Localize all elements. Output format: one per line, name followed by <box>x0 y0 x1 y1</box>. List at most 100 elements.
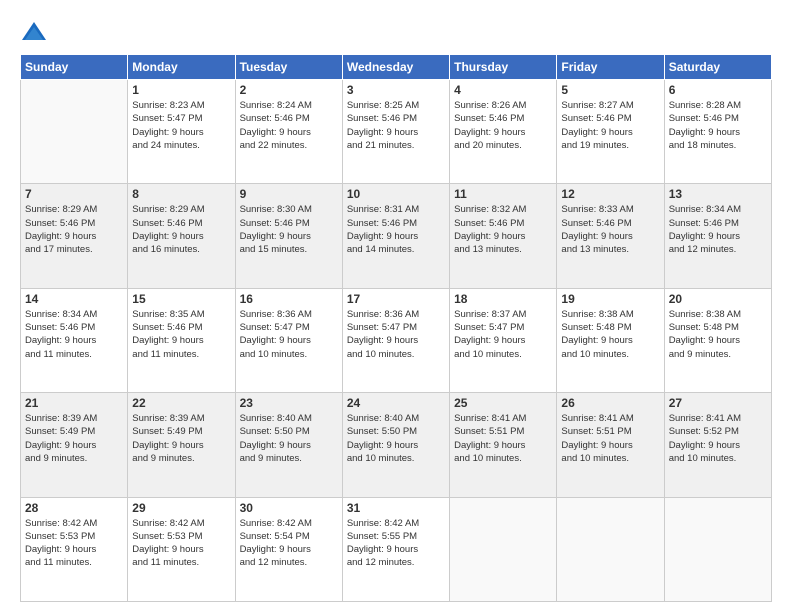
day-number: 25 <box>454 396 552 410</box>
cell-info-line: Sunset: 5:46 PM <box>132 321 230 334</box>
calendar-cell: 24Sunrise: 8:40 AMSunset: 5:50 PMDayligh… <box>342 393 449 497</box>
cell-info-line: and 13 minutes. <box>454 243 552 256</box>
cell-info-line: and 9 minutes. <box>669 348 767 361</box>
cell-info-line: Sunset: 5:48 PM <box>669 321 767 334</box>
weekday-header-row: SundayMondayTuesdayWednesdayThursdayFrid… <box>21 55 772 80</box>
cell-info-line: and 18 minutes. <box>669 139 767 152</box>
cell-info-line: and 17 minutes. <box>25 243 123 256</box>
day-number: 28 <box>25 501 123 515</box>
cell-info-line: Sunrise: 8:36 AM <box>347 308 445 321</box>
cell-info-line: Sunset: 5:46 PM <box>561 112 659 125</box>
day-number: 27 <box>669 396 767 410</box>
cell-info-line: Daylight: 9 hours <box>669 230 767 243</box>
week-row-3: 21Sunrise: 8:39 AMSunset: 5:49 PMDayligh… <box>21 393 772 497</box>
cell-info-line: Sunrise: 8:42 AM <box>25 517 123 530</box>
calendar-cell: 23Sunrise: 8:40 AMSunset: 5:50 PMDayligh… <box>235 393 342 497</box>
cell-info-line: Sunrise: 8:34 AM <box>669 203 767 216</box>
calendar-cell: 7Sunrise: 8:29 AMSunset: 5:46 PMDaylight… <box>21 184 128 288</box>
cell-info-line: and 10 minutes. <box>561 452 659 465</box>
day-number: 6 <box>669 83 767 97</box>
cell-info-line: Daylight: 9 hours <box>561 439 659 452</box>
calendar-cell: 11Sunrise: 8:32 AMSunset: 5:46 PMDayligh… <box>450 184 557 288</box>
cell-info-line: Daylight: 9 hours <box>132 439 230 452</box>
weekday-header-saturday: Saturday <box>664 55 771 80</box>
cell-info-line: Daylight: 9 hours <box>240 126 338 139</box>
day-number: 11 <box>454 187 552 201</box>
week-row-2: 14Sunrise: 8:34 AMSunset: 5:46 PMDayligh… <box>21 288 772 392</box>
calendar-cell: 17Sunrise: 8:36 AMSunset: 5:47 PMDayligh… <box>342 288 449 392</box>
cell-info-line: Sunrise: 8:40 AM <box>240 412 338 425</box>
day-number: 22 <box>132 396 230 410</box>
calendar-cell: 26Sunrise: 8:41 AMSunset: 5:51 PMDayligh… <box>557 393 664 497</box>
weekday-header-thursday: Thursday <box>450 55 557 80</box>
day-number: 23 <box>240 396 338 410</box>
cell-info-line: Sunrise: 8:25 AM <box>347 99 445 112</box>
cell-info-line: Sunrise: 8:28 AM <box>669 99 767 112</box>
cell-info-line: Daylight: 9 hours <box>132 543 230 556</box>
cell-info-line: Sunset: 5:46 PM <box>347 217 445 230</box>
cell-info-line: Sunset: 5:55 PM <box>347 530 445 543</box>
cell-info-line: and 11 minutes. <box>132 556 230 569</box>
cell-info-line: Sunset: 5:51 PM <box>561 425 659 438</box>
cell-info-line: Daylight: 9 hours <box>240 439 338 452</box>
day-number: 10 <box>347 187 445 201</box>
cell-info-line: Daylight: 9 hours <box>454 439 552 452</box>
day-number: 12 <box>561 187 659 201</box>
day-number: 20 <box>669 292 767 306</box>
cell-info-line: and 9 minutes. <box>240 452 338 465</box>
cell-info-line: and 21 minutes. <box>347 139 445 152</box>
cell-info-line: Sunset: 5:47 PM <box>347 321 445 334</box>
day-number: 24 <box>347 396 445 410</box>
day-number: 14 <box>25 292 123 306</box>
cell-info-line: Daylight: 9 hours <box>561 334 659 347</box>
day-number: 5 <box>561 83 659 97</box>
cell-info-line: Sunrise: 8:39 AM <box>132 412 230 425</box>
day-number: 1 <box>132 83 230 97</box>
cell-info-line: and 9 minutes. <box>132 452 230 465</box>
day-number: 15 <box>132 292 230 306</box>
calendar-cell <box>21 80 128 184</box>
week-row-0: 1Sunrise: 8:23 AMSunset: 5:47 PMDaylight… <box>21 80 772 184</box>
cell-info-line: and 10 minutes. <box>347 348 445 361</box>
calendar-cell: 1Sunrise: 8:23 AMSunset: 5:47 PMDaylight… <box>128 80 235 184</box>
cell-info-line: Sunset: 5:49 PM <box>132 425 230 438</box>
cell-info-line: Sunrise: 8:41 AM <box>669 412 767 425</box>
calendar-cell: 9Sunrise: 8:30 AMSunset: 5:46 PMDaylight… <box>235 184 342 288</box>
cell-info-line: Daylight: 9 hours <box>454 126 552 139</box>
cell-info-line: Daylight: 9 hours <box>25 230 123 243</box>
week-row-1: 7Sunrise: 8:29 AMSunset: 5:46 PMDaylight… <box>21 184 772 288</box>
calendar-cell: 6Sunrise: 8:28 AMSunset: 5:46 PMDaylight… <box>664 80 771 184</box>
cell-info-line: and 12 minutes. <box>669 243 767 256</box>
cell-info-line: Sunset: 5:46 PM <box>25 321 123 334</box>
cell-info-line: and 19 minutes. <box>561 139 659 152</box>
cell-info-line: Sunrise: 8:37 AM <box>454 308 552 321</box>
day-number: 29 <box>132 501 230 515</box>
calendar-cell: 29Sunrise: 8:42 AMSunset: 5:53 PMDayligh… <box>128 497 235 601</box>
calendar-cell: 21Sunrise: 8:39 AMSunset: 5:49 PMDayligh… <box>21 393 128 497</box>
cell-info-line: Sunset: 5:50 PM <box>347 425 445 438</box>
cell-info-line: Sunset: 5:48 PM <box>561 321 659 334</box>
cell-info-line: Daylight: 9 hours <box>561 126 659 139</box>
cell-info-line: Daylight: 9 hours <box>132 230 230 243</box>
calendar-cell: 3Sunrise: 8:25 AMSunset: 5:46 PMDaylight… <box>342 80 449 184</box>
cell-info-line: Daylight: 9 hours <box>347 439 445 452</box>
cell-info-line: Sunset: 5:49 PM <box>25 425 123 438</box>
cell-info-line: Daylight: 9 hours <box>347 230 445 243</box>
calendar-cell: 13Sunrise: 8:34 AMSunset: 5:46 PMDayligh… <box>664 184 771 288</box>
calendar-cell: 4Sunrise: 8:26 AMSunset: 5:46 PMDaylight… <box>450 80 557 184</box>
weekday-header-sunday: Sunday <box>21 55 128 80</box>
cell-info-line: Sunset: 5:47 PM <box>454 321 552 334</box>
weekday-header-wednesday: Wednesday <box>342 55 449 80</box>
day-number: 2 <box>240 83 338 97</box>
calendar-cell: 10Sunrise: 8:31 AMSunset: 5:46 PMDayligh… <box>342 184 449 288</box>
cell-info-line: Sunrise: 8:30 AM <box>240 203 338 216</box>
calendar-cell: 19Sunrise: 8:38 AMSunset: 5:48 PMDayligh… <box>557 288 664 392</box>
cell-info-line: Daylight: 9 hours <box>347 543 445 556</box>
cell-info-line: and 20 minutes. <box>454 139 552 152</box>
cell-info-line: Daylight: 9 hours <box>240 543 338 556</box>
cell-info-line: Sunrise: 8:26 AM <box>454 99 552 112</box>
calendar-cell: 28Sunrise: 8:42 AMSunset: 5:53 PMDayligh… <box>21 497 128 601</box>
calendar-cell <box>450 497 557 601</box>
cell-info-line: and 11 minutes. <box>132 348 230 361</box>
cell-info-line: Sunset: 5:46 PM <box>240 112 338 125</box>
